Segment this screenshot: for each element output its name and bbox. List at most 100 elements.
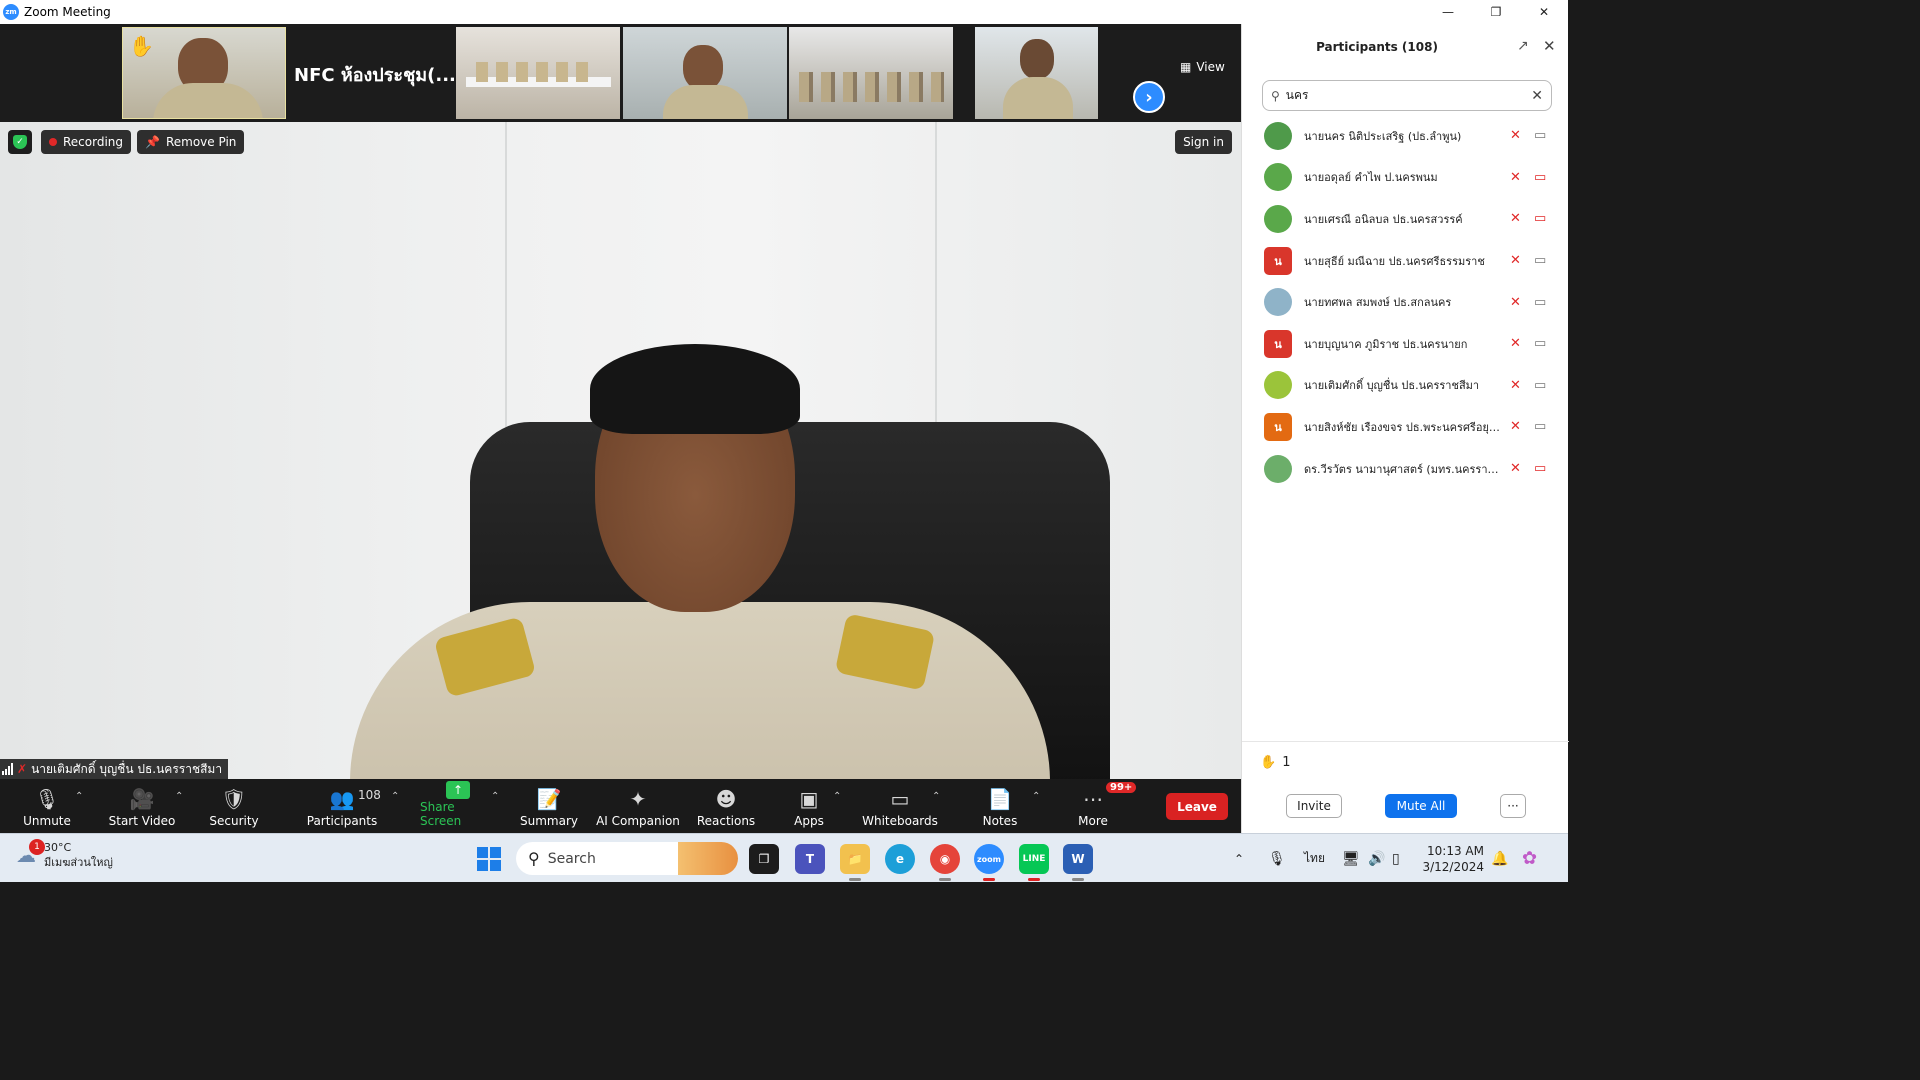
- raised-hands-summary[interactable]: ✋ 1: [1260, 755, 1290, 770]
- security-button[interactable]: 🛡 Security: [208, 779, 260, 833]
- invite-button[interactable]: Invite: [1286, 794, 1342, 818]
- participant-row[interactable]: นายอดุลย์ คำไพ ป.นครพนม ✕ ▭: [1242, 157, 1569, 199]
- view-grid-icon: ▦: [1180, 60, 1192, 74]
- video-options-caret-icon[interactable]: ⌃: [175, 791, 183, 802]
- notes-options-caret-icon[interactable]: ⌃: [1032, 791, 1040, 802]
- participant-row[interactable]: นายทศพล สมพงษ์ ปธ.สกลนคร ✕ ▭: [1242, 281, 1569, 323]
- mute-all-button[interactable]: Mute All: [1385, 794, 1457, 818]
- avatar: น: [1264, 329, 1292, 358]
- participant-name: นายทศพล สมพงษ์ ปธ.สกลนคร: [1304, 296, 1452, 310]
- chrome-icon[interactable]: ◉: [930, 844, 960, 874]
- panel-more-button[interactable]: ···: [1500, 794, 1526, 818]
- video-off-icon: ▭: [1534, 169, 1547, 185]
- participant-row[interactable]: ดร.วีรวัตร นามานุศาสตร์ (มทร.นครราช... ✕ ▭: [1242, 448, 1569, 490]
- language-indicator[interactable]: ไทย: [1304, 834, 1325, 883]
- start-video-label: Start Video: [108, 814, 176, 828]
- whiteboards-options-caret-icon[interactable]: ⌃: [932, 791, 940, 802]
- notification-bell-icon[interactable]: 🔔: [1491, 834, 1508, 883]
- share-screen-button[interactable]: ↑ Share Screen: [420, 779, 496, 833]
- volume-icon[interactable]: 🔊: [1368, 834, 1385, 883]
- participant-search-input[interactable]: ⚲ นคร ✕: [1262, 80, 1552, 111]
- windows-start-icon[interactable]: [477, 847, 501, 871]
- reactions-button[interactable]: ☻ Reactions: [696, 779, 756, 833]
- video-off-icon: ▭: [1534, 461, 1547, 477]
- summary-label: Summary: [520, 814, 578, 828]
- battery-icon[interactable]: ▯: [1392, 834, 1400, 883]
- participants-options-caret-icon[interactable]: ⌃: [391, 791, 399, 802]
- next-page-button[interactable]: ›: [1133, 81, 1165, 113]
- divider: [1242, 741, 1569, 742]
- muted-mic-icon: ✕: [1510, 253, 1521, 269]
- view-button[interactable]: ▦ View: [1180, 60, 1225, 74]
- share-options-caret-icon[interactable]: ⌃: [491, 791, 499, 802]
- video-icon: ▭: [1534, 253, 1547, 269]
- leave-button[interactable]: Leave: [1166, 793, 1228, 820]
- meeting-toolbar: 🎙 Unmute ⌃ 🎥 Start Video ⌃ 🛡 Security 👥 …: [0, 779, 1241, 833]
- participant-row[interactable]: น นายบุญนาค ภูมิราช ปธ.นครนายก ✕ ▭: [1242, 323, 1569, 365]
- close-window-button[interactable]: ✕: [1520, 0, 1568, 24]
- ai-companion-button[interactable]: ✦ AI Companion: [596, 779, 680, 833]
- participant-row[interactable]: นายนคร นิติประเสริฐ (ปธ.ลำพูน) ✕ ▭: [1242, 115, 1569, 157]
- raised-hands-count: 1: [1282, 755, 1291, 770]
- video-off-icon: 🎥: [129, 787, 155, 811]
- summary-button[interactable]: 📝 Summary: [520, 779, 578, 833]
- remove-pin-button[interactable]: 📌 Remove Pin: [137, 130, 245, 154]
- video-thumbnail-pinned[interactable]: ✋: [122, 27, 286, 119]
- participant-row[interactable]: นายเติมศักดิ์ บุญชื่น ปธ.นครราชสีมา ✕ ▭: [1242, 365, 1569, 407]
- copilot-icon[interactable]: ✿: [1522, 834, 1537, 883]
- network-icon[interactable]: 🖥: [1342, 834, 1360, 883]
- running-indicator: [939, 878, 951, 881]
- participant-name: นายเติมศักดิ์ บุญชื่น ปธ.นครราชสีมา: [1304, 379, 1480, 393]
- video-thumbnail[interactable]: [975, 27, 1098, 119]
- video-thumbnail[interactable]: [456, 27, 620, 119]
- sign-in-button[interactable]: Sign in: [1175, 130, 1232, 154]
- notes-button[interactable]: 📄 Notes: [980, 779, 1020, 833]
- participant-row[interactable]: นายเศรณี อนิลบล ปธ.นครสวรรค์ ✕ ▭: [1242, 198, 1569, 240]
- line-icon[interactable]: LINE: [1019, 844, 1049, 874]
- recording-indicator[interactable]: Recording: [41, 130, 132, 154]
- clock-time: 10:13 AM: [1427, 844, 1484, 858]
- apps-button[interactable]: ▣ Apps: [790, 779, 828, 833]
- recording-dot-icon: [49, 138, 57, 146]
- video-thumbnail[interactable]: [789, 27, 953, 119]
- clear-search-icon[interactable]: ✕: [1531, 88, 1543, 104]
- muted-mic-icon: ✗: [17, 762, 28, 776]
- muted-microphone-icon: 🎙: [34, 787, 60, 811]
- security-label: Security: [209, 814, 259, 828]
- weather-description: มีเมฆส่วนใหญ่: [44, 856, 113, 869]
- task-view-icon[interactable]: ❐: [749, 844, 779, 874]
- popout-icon[interactable]: ↗: [1517, 38, 1529, 54]
- raised-hand-icon: ✋: [1260, 755, 1277, 770]
- restore-button[interactable]: ❐: [1472, 0, 1520, 24]
- zoom-logo-icon: zm: [3, 4, 19, 20]
- show-hidden-icons[interactable]: ⌃: [1234, 834, 1244, 883]
- search-icon: ⚲: [528, 849, 540, 868]
- apps-options-caret-icon[interactable]: ⌃: [833, 791, 841, 802]
- system-clock[interactable]: 10:13 AM 3/12/2024: [1420, 843, 1484, 875]
- teams-icon[interactable]: T: [795, 844, 825, 874]
- participant-row[interactable]: น นายสิงห์ชัย เรืองขจร ปธ.พระนครศรีอยุธ..…: [1242, 406, 1569, 448]
- weather-badge: 1: [29, 839, 45, 855]
- zoom-taskbar-icon[interactable]: zoom: [974, 844, 1004, 874]
- muted-mic-icon: ✕: [1510, 294, 1521, 310]
- unmute-button[interactable]: 🎙 Unmute: [22, 779, 72, 833]
- weather-widget[interactable]: ☁ 1 30°C มีเมฆส่วนใหญ่: [16, 839, 113, 870]
- taskbar-search[interactable]: ⚲ Search: [516, 842, 738, 875]
- file-explorer-icon[interactable]: 📁: [840, 844, 870, 874]
- participant-list: นายนคร นิติประเสริฐ (ปธ.ลำพูน) ✕ ▭ นายอดุลย…: [1242, 115, 1569, 489]
- edge-icon[interactable]: e: [885, 844, 915, 874]
- running-indicator: [1028, 878, 1040, 881]
- participant-row[interactable]: น นายสุธีย์ มณีฉาย ปธ.นครศรีธรรมราช ✕ ▭: [1242, 240, 1569, 282]
- audio-options-caret-icon[interactable]: ⌃: [75, 791, 83, 802]
- microphone-icon[interactable]: 🎙: [1268, 834, 1286, 883]
- encryption-shield-icon[interactable]: ✓: [8, 130, 32, 154]
- minimize-button[interactable]: —: [1424, 0, 1472, 24]
- video-thumbnail[interactable]: [623, 27, 787, 119]
- start-video-button[interactable]: 🎥 Start Video: [108, 779, 176, 833]
- word-icon[interactable]: W: [1063, 844, 1093, 874]
- participant-name: นายสุธีย์ มณีฉาย ปธ.นครศรีธรรมราช: [1304, 254, 1485, 268]
- whiteboards-button[interactable]: ▭ Whiteboards: [862, 779, 938, 833]
- close-icon[interactable]: ✕: [1543, 37, 1556, 55]
- participants-panel-title: Participants (108): [1316, 40, 1438, 54]
- avatar: [1264, 204, 1292, 233]
